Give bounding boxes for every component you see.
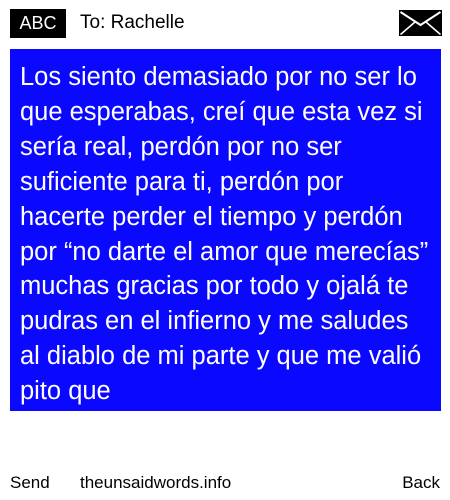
message-text: Los siento demasiado por no ser lo que e…: [20, 63, 429, 406]
back-button[interactable]: Back: [402, 470, 440, 496]
footer: Send theunsaidwords.info Back: [0, 470, 450, 500]
envelope-icon-graphic: [399, 10, 442, 36]
message-body[interactable]: Los siento demasiado por no ser lo que e…: [10, 49, 441, 411]
header: ABC To: Rachelle: [0, 0, 450, 46]
input-mode-badge[interactable]: ABC: [10, 9, 66, 38]
envelope-icon[interactable]: [399, 10, 442, 36]
site-label: theunsaidwords.info: [80, 473, 232, 492]
send-button[interactable]: Send: [10, 470, 50, 496]
recipient-label: To: Rachelle: [80, 12, 185, 33]
